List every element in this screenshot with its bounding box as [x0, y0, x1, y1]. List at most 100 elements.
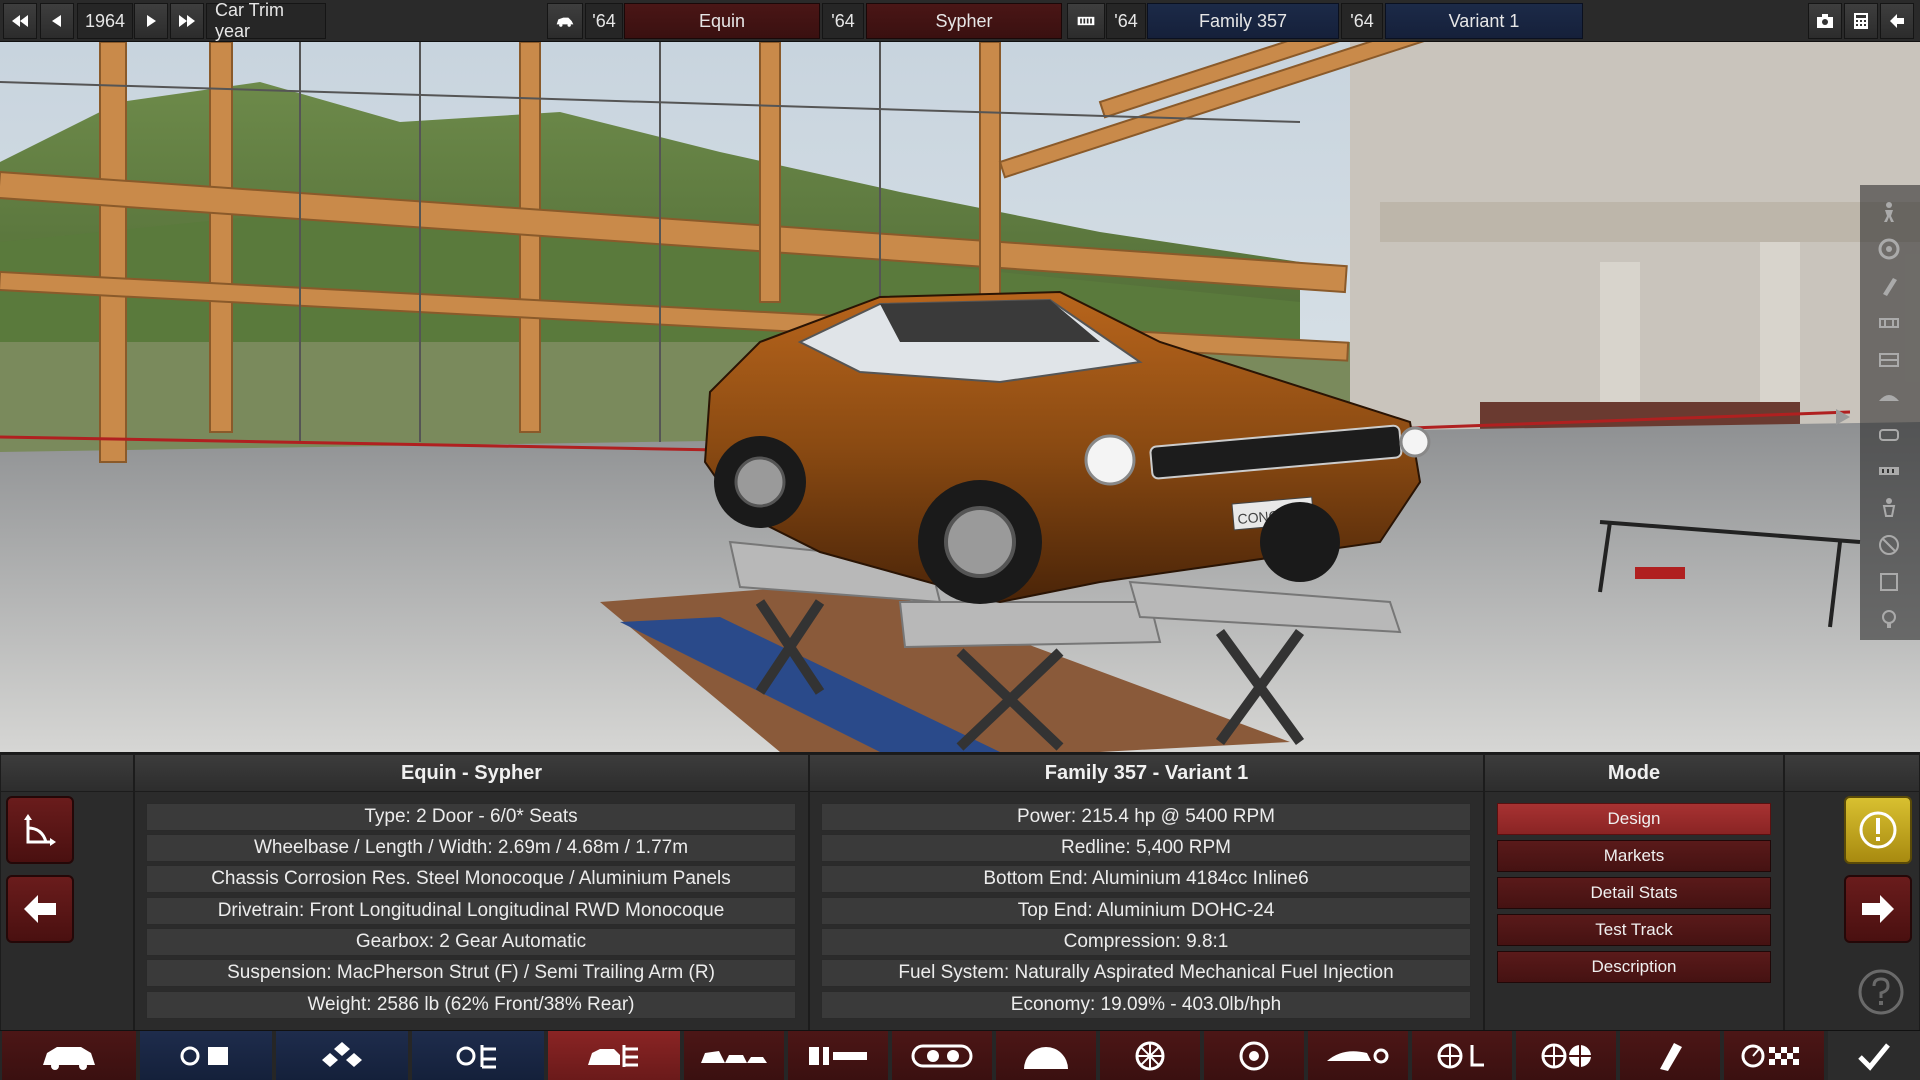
grille-icon[interactable]	[1874, 308, 1904, 338]
info-panel: Equin - Sypher Family 357 - Variant 1 Mo…	[0, 752, 1920, 1032]
top-bar: 1964 Car Trim year '64 Equin '64 Sypher …	[0, 0, 1920, 42]
screenshot-button[interactable]	[1808, 3, 1842, 39]
engine-icon	[322, 1042, 362, 1067]
year-first-button[interactable]	[3, 3, 37, 39]
trim-icon[interactable]	[1874, 456, 1904, 486]
nav-car-trim[interactable]	[548, 1031, 680, 1080]
steering-icon[interactable]	[1874, 530, 1904, 560]
car-model-button[interactable]	[547, 3, 583, 39]
mode-test-track-button[interactable]: Test Track	[1497, 914, 1771, 946]
nav-steering[interactable]	[1412, 1031, 1512, 1080]
next-step-button[interactable]	[1844, 875, 1912, 943]
chassis-icon	[809, 1047, 867, 1065]
engine-icon	[1077, 16, 1095, 26]
engine-stat-fuel-system: Fuel System: Naturally Aspirated Mechani…	[821, 959, 1471, 987]
nav-engine-tune[interactable]	[412, 1031, 544, 1080]
variant-name[interactable]: Variant 1	[1385, 3, 1583, 39]
engine-stat-economy: Economy: 19.09% - 403.0lb/hph	[821, 991, 1471, 1019]
light-icon[interactable]	[1874, 604, 1904, 634]
car-summary-title: Equin - Sypher	[134, 754, 809, 792]
year-prev-button[interactable]	[40, 3, 74, 39]
prev-icon	[52, 15, 61, 27]
car-icon	[43, 1047, 95, 1070]
car-trim-icon	[588, 1045, 638, 1067]
engine-stat-redline: Redline: 5,400 RPM	[821, 834, 1471, 862]
car-stat-dimensions: Wheelbase / Length / Width: 2.69m / 4.68…	[146, 834, 796, 862]
year-last-button[interactable]	[170, 3, 204, 39]
engine-family-icon	[180, 1046, 228, 1066]
car-viewport[interactable]: CONCEPT	[0, 42, 1920, 752]
panel-icon[interactable]	[1874, 345, 1904, 375]
axis-icon	[24, 814, 56, 846]
paint-icon	[1660, 1043, 1682, 1071]
nav-aero[interactable]	[1308, 1031, 1408, 1080]
engine-stat-bottom-end: Bottom End: Aluminium 4184cc Inline6	[821, 865, 1471, 893]
car-model-icon	[556, 17, 574, 27]
engine-stat-power: Power: 215.4 hp @ 5400 RPM	[821, 803, 1471, 831]
design-steps-nav	[0, 1030, 1920, 1080]
car-stat-suspension: Suspension: MacPherson Strut (F) / Semi …	[146, 959, 796, 987]
suspension-icon	[1024, 1047, 1068, 1069]
headlight-icon	[911, 1044, 973, 1068]
nav-testing[interactable]	[1724, 1031, 1824, 1080]
trim-year: '64	[822, 3, 864, 39]
engine-stat-top-end: Top End: Aluminium DOHC-24	[821, 897, 1471, 925]
car-stat-gearbox: Gearbox: 2 Gear Automatic	[146, 928, 796, 956]
help-icon[interactable]	[1857, 968, 1905, 1016]
right-gutter-header	[1784, 754, 1920, 792]
mode-title: Mode	[1484, 754, 1784, 792]
engine-tune-icon	[456, 1045, 496, 1069]
year-caption: Car Trim year	[206, 0, 326, 41]
car-stat-drivetrain: Drivetrain: Front Longitudinal Longitudi…	[146, 897, 796, 925]
nav-engine-family[interactable]	[140, 1031, 272, 1080]
frame-icon[interactable]	[1874, 567, 1904, 597]
nav-suspension[interactable]	[996, 1031, 1096, 1080]
engine-button[interactable]	[1067, 3, 1105, 39]
model-name[interactable]: Equin	[624, 3, 820, 39]
roof-icon[interactable]	[1874, 382, 1904, 412]
driver-icon[interactable]	[1874, 197, 1904, 227]
mode-design-button[interactable]: Design	[1497, 803, 1771, 835]
tyre-icon	[1239, 1041, 1269, 1071]
arrow-left-icon	[24, 895, 56, 923]
interior-icon[interactable]	[1874, 419, 1904, 449]
calculator-icon	[1854, 13, 1868, 29]
nav-wheels[interactable]	[1516, 1031, 1616, 1080]
back-button[interactable]	[1880, 3, 1914, 39]
trim-name[interactable]: Sypher	[866, 3, 1062, 39]
model-year: '64	[585, 3, 623, 39]
finish-icon	[1858, 1043, 1890, 1071]
family-name[interactable]: Family 357	[1147, 3, 1339, 39]
seat-icon[interactable]	[1874, 493, 1904, 523]
mode-description-button[interactable]: Description	[1497, 951, 1771, 983]
paint-icon[interactable]	[1874, 271, 1904, 301]
car-stat-weight: Weight: 2586 lb (62% Front/38% Rear)	[146, 991, 796, 1019]
brake-icon	[1135, 1041, 1165, 1071]
aero-icon	[1327, 1048, 1389, 1064]
nav-tyres[interactable]	[1204, 1031, 1304, 1080]
warnings-button[interactable]	[1844, 796, 1912, 864]
arrow-left-icon	[1890, 14, 1904, 28]
year-next-button[interactable]	[134, 3, 168, 39]
previous-step-button[interactable]	[6, 875, 74, 943]
nav-chassis[interactable]	[788, 1031, 888, 1080]
nav-paint[interactable]	[1620, 1031, 1720, 1080]
calculator-button[interactable]	[1844, 3, 1878, 39]
nav-brakes[interactable]	[1100, 1031, 1200, 1080]
mode-detail-stats-button[interactable]: Detail Stats	[1497, 877, 1771, 909]
camera-angle-button[interactable]	[6, 796, 74, 864]
variant-year: '64	[1341, 3, 1383, 39]
nav-car-model[interactable]	[2, 1031, 136, 1080]
nav-finish[interactable]	[1828, 1031, 1920, 1080]
play-icon[interactable]	[1830, 405, 1854, 429]
nav-engine[interactable]	[276, 1031, 408, 1080]
car-stat-chassis: Chassis Corrosion Res. Steel Monocoque /…	[146, 865, 796, 893]
wheel-icon	[1541, 1043, 1591, 1069]
engine-stat-compression: Compression: 9.8:1	[821, 928, 1471, 956]
mode-markets-button[interactable]: Markets	[1497, 840, 1771, 872]
wheel-icon[interactable]	[1874, 234, 1904, 264]
exclamation-icon	[1859, 811, 1897, 849]
nav-headlights[interactable]	[892, 1031, 992, 1080]
nav-body[interactable]	[684, 1031, 784, 1080]
car-stat-type: Type: 2 Door - 6/0* Seats	[146, 803, 796, 831]
